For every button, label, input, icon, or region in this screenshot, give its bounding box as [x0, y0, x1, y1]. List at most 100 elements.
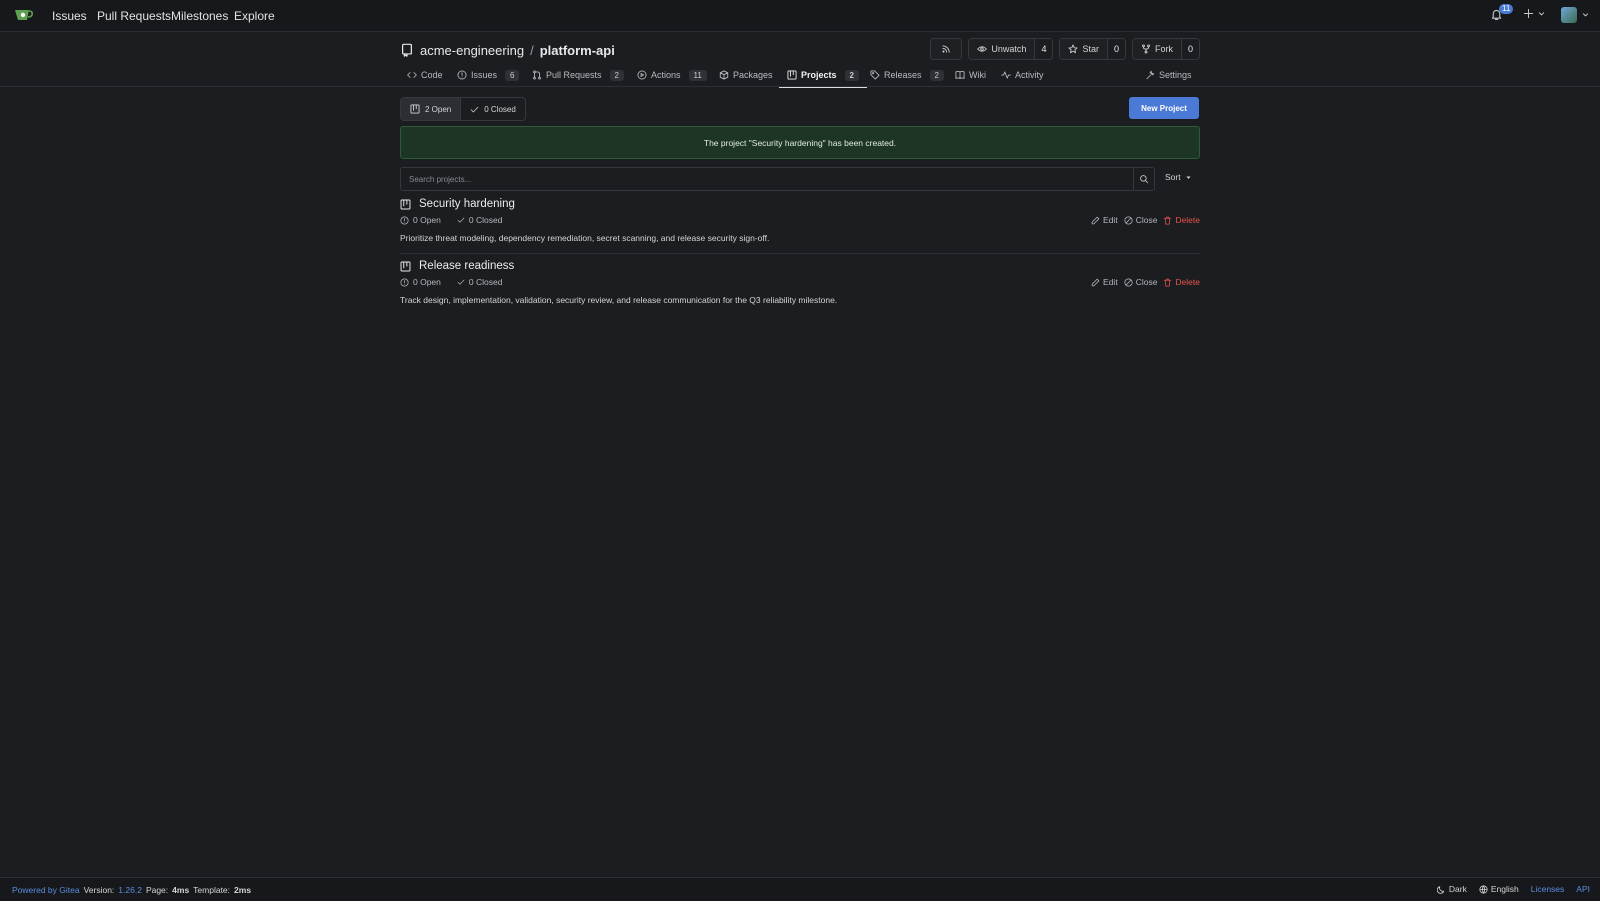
page-time-label: Page: — [145, 885, 169, 895]
tab-wiki[interactable]: Wiki — [955, 64, 986, 86]
tab-pull-requests-label: Pull Requests — [546, 70, 602, 80]
pulse-icon — [1001, 71, 1011, 79]
filter-closed-button[interactable]: 0 Closed — [460, 98, 525, 120]
issue-open-icon — [400, 215, 409, 225]
plus-icon — [1523, 8, 1534, 19]
user-avatar[interactable] — [1561, 7, 1577, 23]
filter-open-button[interactable]: 2 Open — [401, 98, 461, 120]
tab-issues[interactable]: Issues 6 — [457, 64, 520, 86]
pencil-icon — [1091, 278, 1100, 286]
repo-actions: Unwatch 4 Star 0 Fork 0 — [930, 38, 1200, 60]
close-project-button[interactable]: Close — [1124, 215, 1158, 225]
project-closed-count[interactable]: 0 Closed — [469, 277, 503, 287]
unwatch-button[interactable]: Unwatch — [969, 39, 1035, 59]
project-issue-stats: 0 Open 0 Closed — [400, 277, 502, 287]
close-project-button[interactable]: Close — [1124, 277, 1158, 287]
template-time-label: Template: — [193, 885, 231, 895]
fork-button-group: Fork 0 — [1131, 38, 1200, 60]
new-project-button[interactable]: New Project — [1129, 97, 1199, 119]
nav-pull-requests-link[interactable]: Pull Requests — [97, 9, 171, 23]
chevron-down-icon[interactable] — [1582, 11, 1589, 18]
tab-code[interactable]: Code — [407, 64, 443, 86]
project-description: Prioritize threat modeling, dependency r… — [400, 233, 770, 243]
star-count[interactable]: 0 — [1106, 39, 1125, 59]
sort-dropdown[interactable]: Sort — [1165, 172, 1192, 182]
rss-button[interactable] — [930, 38, 963, 60]
tab-actions[interactable]: Actions 11 — [637, 64, 707, 86]
repo-name-link[interactable]: platform-api — [540, 43, 615, 58]
tab-settings[interactable]: Settings — [1145, 64, 1192, 86]
version-label: Version: — [83, 885, 115, 895]
nav-issues-link[interactable]: Issues — [52, 9, 87, 23]
search-input[interactable] — [401, 168, 1133, 190]
star-button[interactable]: Star — [1060, 39, 1107, 59]
check-icon — [457, 279, 465, 285]
issues-count-badge: 6 — [505, 69, 520, 81]
nav-explore-link[interactable]: Explore — [234, 9, 275, 23]
project-actions: Edit Close Delete — [1091, 215, 1200, 225]
project-item: Security hardening 0 Open 0 Closed Edit … — [400, 198, 1200, 246]
repo-icon — [402, 43, 412, 57]
pencil-icon — [1091, 216, 1100, 224]
licenses-link[interactable]: Licenses — [1531, 884, 1565, 894]
fork-label: Fork — [1154, 44, 1173, 54]
tab-releases-label: Releases — [884, 70, 922, 80]
language-switcher[interactable]: English — [1479, 884, 1519, 894]
tab-activity[interactable]: Activity — [1001, 64, 1044, 86]
tab-pull-requests[interactable]: Pull Requests 2 — [532, 64, 624, 86]
api-link[interactable]: API — [1576, 884, 1590, 894]
project-open-count[interactable]: 0 Open — [413, 215, 441, 225]
language-label: English — [1490, 884, 1519, 894]
tab-issues-label: Issues — [471, 70, 498, 80]
project-open-count[interactable]: 0 Open — [413, 277, 441, 287]
nav-milestones-link[interactable]: Milestones — [171, 9, 228, 23]
edit-project-button[interactable]: Edit — [1091, 277, 1118, 287]
project-board-icon — [787, 70, 797, 80]
top-navbar: Issues Pull Requests Milestones Explore … — [0, 0, 1600, 32]
chevron-down-icon — [1538, 12, 1545, 16]
fork-button[interactable]: Fork — [1132, 39, 1181, 59]
version-link[interactable]: 1.26.2 — [118, 885, 142, 895]
unwatch-button-group: Unwatch 4 — [968, 38, 1054, 60]
project-board-icon — [400, 261, 411, 271]
theme-label: Dark — [1448, 884, 1467, 894]
delete-label: Delete — [1175, 277, 1200, 287]
tabs-divider — [0, 86, 1600, 87]
create-menu-button[interactable] — [1523, 8, 1545, 19]
unwatch-label: Unwatch — [991, 44, 1027, 54]
page-time: 4ms — [172, 885, 190, 895]
edit-project-button[interactable]: Edit — [1091, 215, 1118, 225]
state-filter-group: 2 Open 0 Closed — [400, 97, 526, 121]
project-item: Release readiness 0 Open 0 Closed Edit C… — [400, 260, 1200, 308]
search-button[interactable] — [1133, 168, 1154, 190]
fork-count[interactable]: 0 — [1180, 39, 1199, 59]
gitea-logo-icon[interactable] — [14, 7, 34, 23]
powered-by-link[interactable]: Powered by Gitea — [12, 885, 80, 895]
projects-count-badge: 2 — [844, 69, 859, 81]
delete-project-button[interactable]: Delete — [1163, 277, 1200, 287]
close-label: Close — [1135, 215, 1158, 225]
tab-packages[interactable]: Packages — [719, 64, 773, 86]
watch-count[interactable]: 4 — [1034, 39, 1053, 59]
issue-open-icon — [400, 277, 409, 287]
repo-owner-link[interactable]: acme-engineering — [420, 43, 524, 58]
issue-icon — [457, 70, 467, 80]
project-title-link[interactable]: Security hardening — [419, 198, 515, 210]
actions-count-badge: 11 — [688, 69, 707, 81]
project-title-link[interactable]: Release readiness — [419, 260, 514, 272]
repo-path-separator: / — [530, 42, 534, 58]
tab-code-label: Code — [421, 70, 443, 80]
tab-activity-label: Activity — [1015, 70, 1044, 80]
tab-releases[interactable]: Releases 2 — [870, 64, 944, 86]
tab-packages-label: Packages — [733, 70, 773, 80]
tab-settings-label: Settings — [1159, 70, 1192, 80]
edit-label: Edit — [1103, 277, 1118, 287]
theme-switcher[interactable]: Dark — [1436, 884, 1467, 894]
project-closed-count[interactable]: 0 Closed — [469, 215, 503, 225]
delete-project-button[interactable]: Delete — [1163, 215, 1200, 225]
close-label: Close — [1135, 277, 1158, 287]
tab-wiki-label: Wiki — [969, 70, 986, 80]
edit-label: Edit — [1103, 215, 1118, 225]
project-actions: Edit Close Delete — [1091, 277, 1200, 287]
tab-projects[interactable]: Projects 2 — [779, 64, 867, 88]
